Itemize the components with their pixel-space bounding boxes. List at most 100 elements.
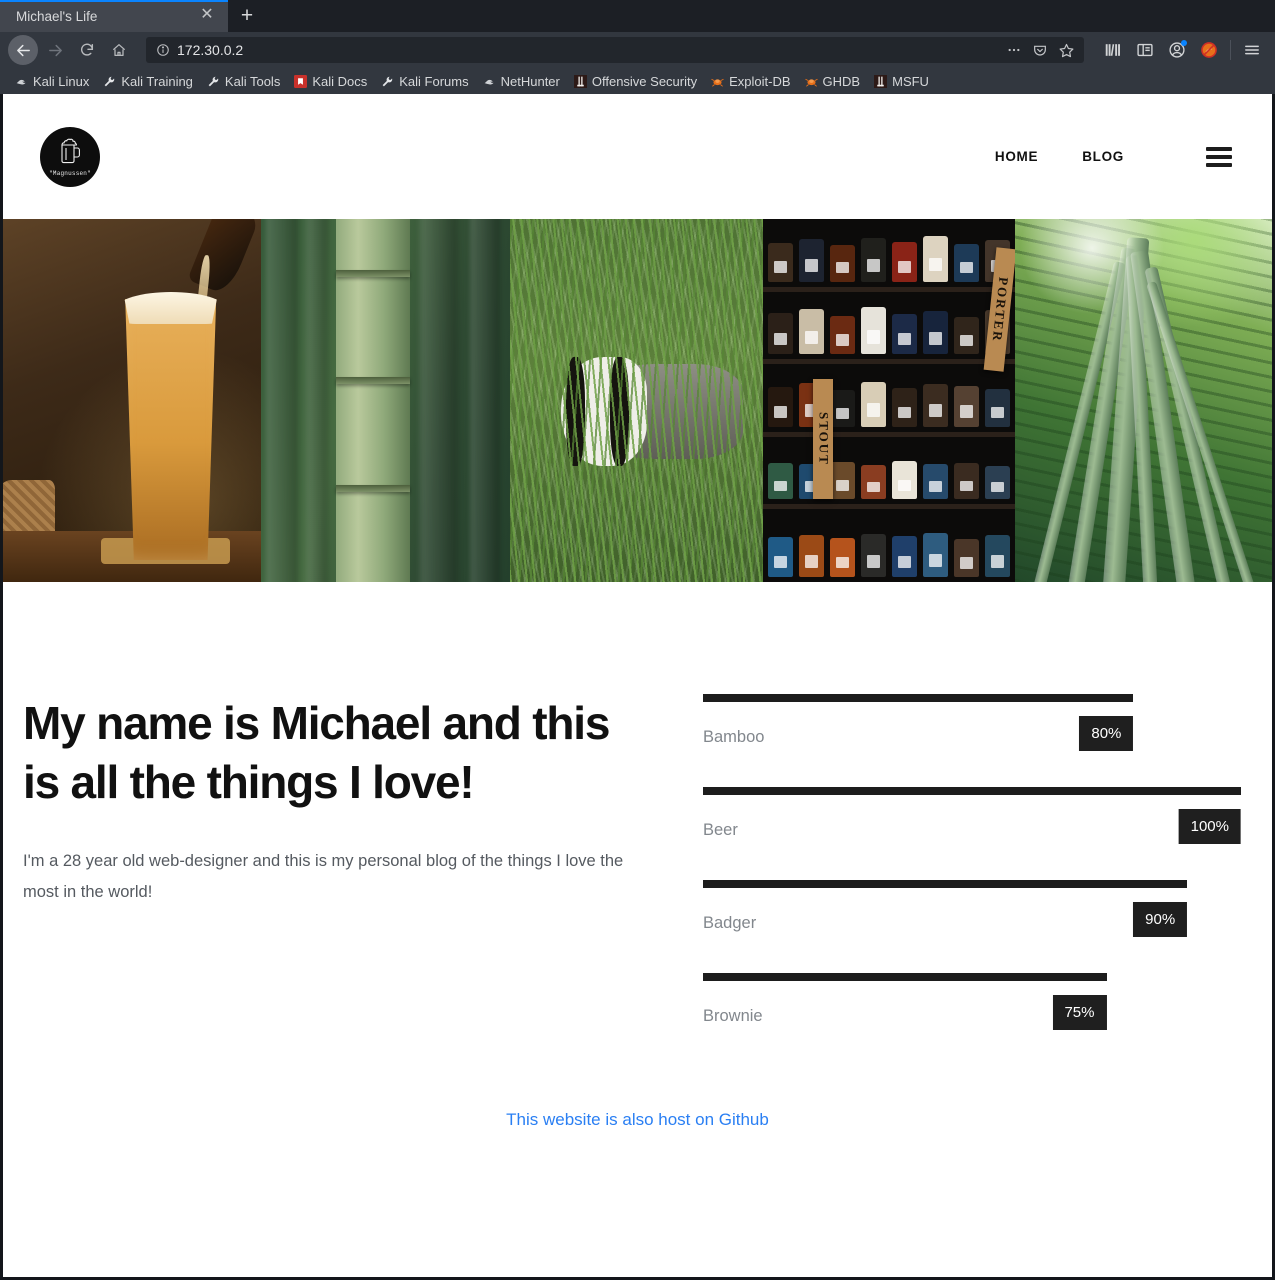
new-tab-button[interactable]: +	[228, 0, 266, 32]
hamburger-bar	[1206, 146, 1232, 151]
url-bar[interactable]: 172.30.0.2	[146, 37, 1084, 63]
browser-tab-active[interactable]: Michael's Life ✕	[0, 0, 228, 32]
browser-toolbar-actions	[1094, 36, 1267, 64]
skill-track: Brownie 75%	[703, 973, 1241, 1030]
url-action-group	[1002, 39, 1078, 61]
skill-bar-badger: Badger 90%	[703, 880, 1260, 973]
page-title: My name is Michael and this is all the t…	[23, 697, 610, 808]
kali-dragon-icon	[15, 75, 28, 88]
bookmark-kali-tools[interactable]: Kali Tools	[200, 72, 287, 91]
skill-percent-badge: 90%	[1133, 902, 1188, 937]
page-footer: This website is also host on Github	[3, 1066, 1272, 1130]
library-icon[interactable]	[1098, 36, 1128, 64]
skill-track: Beer 100%	[703, 787, 1241, 844]
bookmark-offensive-security[interactable]: Offensive Security	[567, 72, 704, 91]
page-actions-icon[interactable]	[1002, 39, 1026, 61]
url-text: 172.30.0.2	[177, 42, 244, 58]
offsec-icon	[573, 74, 587, 88]
sidebar-icon[interactable]	[1130, 36, 1160, 64]
reload-icon[interactable]	[72, 35, 102, 65]
main-content: My name is Michael and this is all the t…	[3, 582, 1272, 1066]
account-icon[interactable]	[1162, 36, 1192, 64]
offsec-icon	[874, 74, 888, 88]
hamburger-icon[interactable]	[1206, 146, 1232, 167]
menu-icon[interactable]	[1237, 36, 1267, 64]
bookmark-label: Kali Training	[121, 73, 193, 89]
forward-arrow-icon[interactable]	[40, 35, 70, 65]
hamburger-bar	[1206, 154, 1232, 159]
beer-mug-icon	[57, 136, 83, 169]
shelf-sign-stout: STOUT	[813, 378, 834, 499]
back-arrow-icon[interactable]	[8, 35, 38, 65]
bookmark-label: NetHunter	[500, 73, 560, 89]
close-icon[interactable]: ✕	[196, 5, 218, 27]
page-subtitle: I'm a 28 year old web-designer and this …	[23, 851, 624, 902]
site-nav: HOME BLOG	[973, 141, 1238, 172]
bookmark-exploit-db[interactable]: Exploit-DB	[704, 72, 797, 91]
kali-wrench-icon	[103, 75, 116, 88]
navigation-toolbar: 172.30.0.2	[0, 32, 1275, 68]
exploitdb-icon	[711, 75, 724, 88]
tab-title: Michael's Life	[16, 8, 98, 24]
hero-gallery: STOUT PORTER	[3, 219, 1272, 582]
toolbar-divider	[1230, 40, 1231, 60]
account-notification-dot	[1181, 40, 1187, 46]
home-icon[interactable]	[104, 35, 134, 65]
skill-label: Bamboo	[703, 728, 765, 746]
skill-label: Badger	[703, 914, 757, 932]
bookmark-label: Offensive Security	[591, 73, 698, 89]
skill-bar-beer: Beer 100%	[703, 787, 1260, 880]
browser-window: Michael's Life ✕ + 172.30.0.2 Kali Linux…	[0, 0, 1275, 1280]
bookmark-label: Kali Docs	[312, 73, 368, 89]
bookmark-msfu[interactable]: MSFU	[867, 72, 936, 91]
skill-fill	[703, 973, 1107, 981]
skill-track: Badger 90%	[703, 880, 1241, 937]
gallery-image-beer-pour[interactable]	[3, 219, 261, 582]
nav-link-home[interactable]: HOME	[973, 141, 1060, 172]
site-logo[interactable]: "Magnussen"	[40, 126, 100, 187]
noscript-icon[interactable]	[1194, 36, 1224, 64]
hamburger-bar	[1206, 162, 1232, 167]
bookmark-nethunter[interactable]: NetHunter	[476, 72, 567, 91]
bookmark-kali-linux[interactable]: Kali Linux	[8, 72, 96, 91]
site-info-icon[interactable]	[156, 43, 170, 57]
bookmark-label: MSFU	[892, 73, 929, 89]
skill-track: Bamboo 80%	[703, 694, 1241, 751]
skill-label: Beer	[703, 821, 738, 839]
skill-percent-badge: 75%	[1052, 995, 1107, 1030]
skill-label: Brownie	[703, 1007, 763, 1025]
nav-link-blog[interactable]: BLOG	[1060, 141, 1146, 172]
bookmark-label: Kali Tools	[224, 73, 281, 89]
bookmark-label: Kali Linux	[33, 73, 90, 89]
kali-wrench-icon	[207, 75, 220, 88]
bookmark-label: GHDB	[822, 73, 861, 89]
skill-percent-badge: 100%	[1178, 809, 1241, 844]
site-header: "Magnussen" HOME BLOG	[3, 94, 1272, 219]
bookmark-ghdb[interactable]: GHDB	[798, 72, 868, 91]
pocket-icon[interactable]	[1028, 39, 1052, 61]
bookmark-kali-docs[interactable]: Kali Docs	[287, 72, 374, 91]
skill-bar-brownie: Brownie 75%	[703, 973, 1260, 1066]
bookmark-kali-forums[interactable]: Kali Forums	[374, 72, 475, 91]
bookmark-kali-training[interactable]: Kali Training	[96, 72, 200, 91]
skill-percent-badge: 80%	[1079, 716, 1134, 751]
tab-strip: Michael's Life ✕ +	[0, 0, 1275, 32]
gallery-image-bamboo-forest[interactable]	[1015, 219, 1272, 582]
bookmark-label: Exploit-DB	[729, 73, 791, 89]
bookmarks-bar: Kali Linux Kali Training Kali Tools Kali Do…	[0, 68, 1275, 94]
exploitdb-icon	[804, 75, 818, 88]
kali-dragon-icon	[483, 75, 496, 88]
gallery-image-bamboo-stalks[interactable]	[261, 219, 510, 582]
bookmark-star-icon[interactable]	[1054, 39, 1078, 61]
page-viewport: "Magnussen" HOME BLOG STOUT PORTER My na…	[0, 94, 1275, 1280]
skill-fill	[703, 880, 1188, 888]
logo-text: "Magnussen"	[49, 170, 91, 177]
github-link[interactable]: This website is also host on Github	[506, 1110, 769, 1129]
gallery-image-badger[interactable]	[510, 219, 763, 582]
skill-fill	[703, 787, 1241, 795]
skill-bar-list: Bamboo 80% Beer 100% Badger 90% Brownie 75%	[703, 694, 1272, 1066]
gallery-image-beer-shelf[interactable]: STOUT PORTER	[763, 219, 1015, 582]
skill-fill	[703, 694, 1134, 702]
intro-block: My name is Michael and this is all the t…	[3, 694, 703, 1066]
kali-docs-icon	[294, 74, 308, 88]
